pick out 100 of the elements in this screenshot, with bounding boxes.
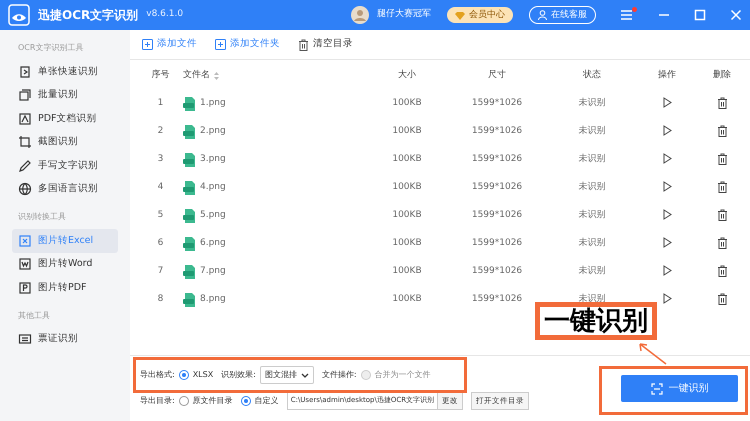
table-cell: 5 (158, 210, 164, 220)
trash-icon[interactable] (716, 125, 728, 138)
table-cell: 100KB (392, 98, 422, 108)
sidebar-item[interactable]: 图片转PDF (12, 276, 118, 300)
trash-icon[interactable] (716, 153, 728, 166)
sidebar-item[interactable]: 图片转Word (12, 252, 118, 276)
excel-icon (18, 234, 32, 248)
png-file-icon (183, 181, 196, 195)
sidebar-item[interactable]: 票证识别 (12, 328, 118, 351)
clear-button[interactable]: 清空目录 (298, 37, 353, 52)
file-name: 5.png (200, 209, 226, 222)
support-button[interactable]: 在线客服 (529, 6, 596, 24)
png-file-icon (183, 293, 196, 307)
field-label: 导出目录: (140, 395, 175, 407)
diamond-icon (455, 10, 465, 20)
radio-button[interactable] (178, 396, 189, 406)
field-label: 识别效果: (221, 369, 256, 381)
scan-icon (650, 382, 662, 394)
add-button[interactable]: 添加文件 (142, 37, 197, 52)
option-label[interactable]: 原文件目录 (192, 395, 233, 407)
png-file-icon (183, 153, 196, 167)
trash-icon[interactable] (716, 209, 728, 222)
status-text: 未识别 (578, 294, 606, 304)
user-name[interactable]: 腿仔大赛冠军 (377, 8, 431, 22)
add-button[interactable]: 添加文件夹 (215, 37, 280, 52)
avatar[interactable] (351, 6, 369, 24)
sidebar-item[interactable]: 批量识别 (12, 84, 118, 107)
table-cell: 1 (158, 98, 164, 108)
sidebar-heading: 其他工具 (17, 310, 51, 322)
vip-center-button[interactable]: 会员中心 (447, 7, 513, 23)
play-icon[interactable] (662, 97, 672, 108)
png-file-icon (183, 265, 196, 279)
column-header: 删除 (713, 70, 731, 80)
table-cell: 8 (158, 294, 164, 304)
file-name: 6.png (200, 237, 226, 250)
sidebar-item[interactable]: PDF文档识别 (12, 107, 118, 130)
sidebar-item[interactable]: 单张快速识别 (12, 60, 118, 84)
trash-icon[interactable] (716, 181, 728, 194)
table-cell: 1599*1026 (472, 126, 522, 136)
trash-icon[interactable] (716, 237, 728, 250)
add-icon (142, 39, 153, 50)
sidebar-item[interactable]: 手写文字识别 (12, 154, 118, 178)
table-cell: 1599*1026 (472, 294, 522, 304)
sidebar-item[interactable]: 多国语言识别 (12, 178, 118, 201)
play-icon[interactable] (662, 237, 672, 248)
pen-icon (18, 158, 32, 173)
table-cell: 7 (158, 266, 164, 276)
table-cell: 100KB (392, 154, 422, 164)
option-label[interactable]: XLSX (192, 369, 214, 381)
play-icon[interactable] (662, 181, 672, 192)
start-recognition-button[interactable]: 一键识别 (621, 375, 738, 402)
pointer-arrow (638, 342, 668, 366)
stack-icon (18, 88, 32, 102)
column-header: 状态 (583, 70, 601, 80)
table-cell: 1599*1026 (472, 266, 522, 276)
table-cell: 6 (158, 238, 164, 248)
trash-icon[interactable] (716, 265, 728, 278)
column-header: 大小 (398, 70, 416, 80)
status-text: 未识别 (578, 238, 606, 248)
maximize-icon[interactable] (694, 9, 706, 21)
close-icon[interactable] (730, 9, 742, 21)
play-icon[interactable] (662, 293, 672, 304)
effect-dropdown[interactable]: 图文混排 (260, 366, 314, 384)
table-cell: 1599*1026 (472, 182, 522, 192)
word-icon (18, 257, 32, 272)
logo-icon (8, 4, 30, 26)
table-cell: 100KB (392, 126, 422, 136)
file-name: 8.png (200, 293, 226, 306)
status-text: 未识别 (578, 266, 606, 276)
play-icon[interactable] (662, 265, 672, 276)
field-label: 文件操作: (322, 369, 357, 381)
option-label[interactable]: 自定义 (254, 395, 279, 407)
table-cell: 100KB (392, 266, 422, 276)
play-icon[interactable] (662, 125, 672, 136)
table-cell: 3 (158, 154, 164, 164)
play-icon[interactable] (662, 209, 672, 220)
status-text: 未识别 (578, 210, 606, 220)
sidebar-item[interactable]: 截图识别 (12, 130, 118, 154)
person-icon (538, 10, 547, 20)
table-cell: 100KB (392, 238, 422, 248)
app-title: 迅捷OCR文字识别 (38, 7, 138, 24)
sidebar-heading: 识别转换工具 (17, 211, 67, 223)
trash-icon[interactable] (716, 97, 728, 110)
add-icon (215, 39, 226, 50)
column-header: 尺寸 (488, 70, 506, 80)
trash-icon[interactable] (716, 293, 728, 306)
png-file-icon (183, 97, 196, 111)
png-file-icon (183, 237, 196, 251)
menu-button[interactable] (620, 9, 634, 21)
sidebar-heading: OCR文字识别工具 (17, 42, 84, 54)
play-icon[interactable] (662, 153, 672, 164)
field-label: 导出格式: (140, 369, 175, 381)
radio-button[interactable] (240, 396, 251, 406)
trash-icon (298, 38, 309, 50)
crop-icon (18, 135, 32, 150)
table-cell: 1599*1026 (472, 98, 522, 108)
file-name: 2.png (200, 125, 226, 138)
column-header: 操作 (658, 70, 676, 80)
menu-icon (620, 9, 634, 21)
radio-button[interactable] (178, 370, 189, 380)
